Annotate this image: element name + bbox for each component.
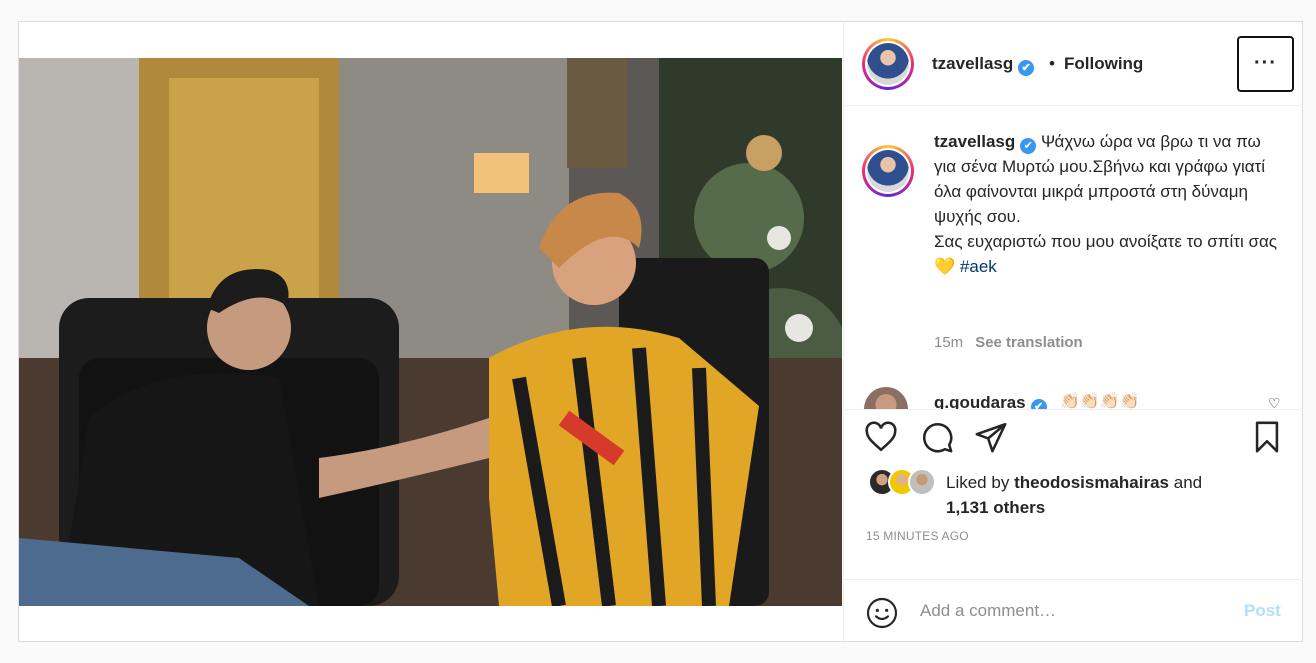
- post-card: tzavellasg ✔ • Following ··· tzavellasg ✔ …: [18, 21, 1303, 642]
- author-username[interactable]: tzavellasg ✔: [932, 54, 1035, 76]
- separator-dot: •: [1049, 54, 1055, 73]
- verified-badge-icon: ✔: [1020, 138, 1037, 154]
- post-sidebar: tzavellasg ✔ • Following ··· tzavellasg ✔ …: [843, 22, 1303, 641]
- comment-heart-icon[interactable]: ♡: [1268, 395, 1281, 409]
- hashtag-link[interactable]: #aek: [960, 257, 997, 276]
- more-options-button[interactable]: ···: [1237, 36, 1294, 92]
- verified-badge-icon: ✔: [1030, 399, 1047, 409]
- others-likes-button[interactable]: 1,131 others: [946, 498, 1045, 517]
- verified-badge-icon: ✔: [1018, 60, 1035, 76]
- smile-icon[interactable]: [866, 597, 898, 629]
- likes-summary: Liked by theodosismahairas and 1,131 oth…: [868, 468, 1288, 524]
- post-header: tzavellasg ✔ • Following ···: [844, 22, 1303, 106]
- post-caption: tzavellasg ✔ Ψάχνω ώρα να βρω τι να πω γι…: [934, 129, 1286, 279]
- caption-meta: 15m See translation: [934, 334, 1083, 351]
- comment-icon[interactable]: [920, 420, 954, 454]
- share-icon[interactable]: [974, 420, 1008, 454]
- yellow-heart-emoji: 💛: [934, 257, 956, 276]
- liked-by-text: Liked by theodosismahairas and 1,131 oth…: [946, 473, 1203, 517]
- post-timestamp[interactable]: 15 MINUTES AGO: [866, 529, 969, 543]
- bookmark-icon[interactable]: [1250, 420, 1284, 454]
- comments-list[interactable]: tzavellasg ✔ Ψάχνω ώρα να βρω τι να πω γι…: [844, 107, 1303, 410]
- comment-text: 👏🏻👏🏻👏🏻👏🏻: [1060, 393, 1140, 410]
- photo-scene: [19, 58, 842, 606]
- author-avatar[interactable]: [862, 38, 914, 90]
- comment-item: g.goudaras ✔ 👏🏻👏🏻👏🏻👏🏻 ♡: [864, 387, 1294, 410]
- liker-avatar[interactable]: [908, 468, 936, 496]
- action-bar: [844, 412, 1303, 462]
- post-comment-button[interactable]: Post: [1244, 601, 1281, 621]
- add-comment-bar: Post: [844, 579, 1303, 641]
- following-button[interactable]: Following: [1064, 54, 1143, 74]
- see-translation-button[interactable]: See translation: [975, 334, 1083, 351]
- liker-username[interactable]: theodosismahairas: [1014, 473, 1169, 492]
- comment-input[interactable]: [920, 596, 1230, 626]
- liker-avatars[interactable]: [868, 468, 938, 498]
- caption-username[interactable]: tzavellasg: [934, 132, 1015, 151]
- caption-time: 15m: [934, 334, 964, 351]
- heart-icon[interactable]: [864, 420, 898, 454]
- commenter-username[interactable]: g.goudaras ✔: [934, 393, 1047, 409]
- post-photo[interactable]: [19, 58, 842, 606]
- caption-author-avatar[interactable]: [862, 145, 914, 197]
- caption-text-line2: Σας ευχαριστώ που μου ανοίξατε το σπίτι …: [934, 232, 1278, 251]
- commenter-avatar[interactable]: [864, 387, 908, 409]
